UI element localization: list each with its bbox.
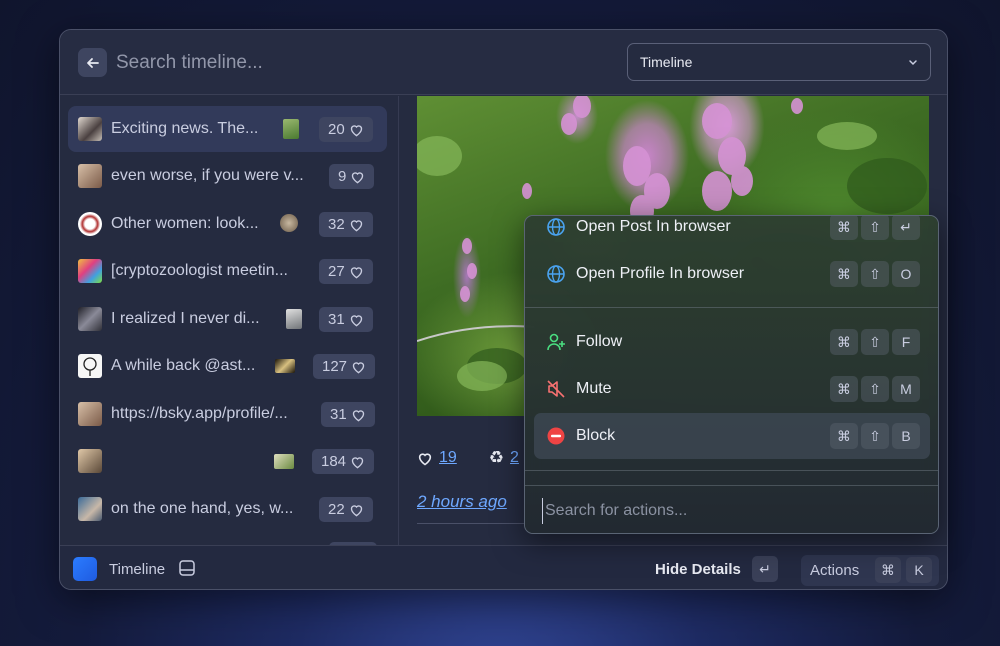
like-count: 9	[329, 164, 375, 189]
post-preview: A while back @ast...	[111, 357, 256, 374]
post-thumbnail	[286, 309, 302, 329]
chevron-down-icon	[909, 60, 917, 66]
post-preview: I realized I never di...	[111, 310, 260, 327]
action-search-input[interactable]	[542, 498, 922, 524]
heart-icon	[350, 314, 362, 326]
globe-icon	[547, 218, 565, 236]
post-preview: even worse, if you were v...	[111, 167, 304, 184]
header: Timeline	[60, 30, 947, 95]
menu-item-block[interactable]: Block ⌘ ⇧ B	[534, 413, 930, 459]
heart-icon	[352, 409, 364, 421]
menu-separator	[525, 485, 938, 486]
back-button[interactable]	[78, 48, 107, 77]
heart-icon	[352, 361, 365, 373]
heart-icon	[350, 504, 362, 516]
post-thumbnail	[280, 214, 298, 232]
cmd-key: ⌘	[875, 557, 901, 583]
avatar	[78, 259, 102, 283]
list-item[interactable]: https://bsky.app/profile/... 31	[68, 391, 387, 437]
like-count: 27	[319, 259, 373, 284]
avatar	[78, 212, 102, 236]
repost-icon: ♻	[488, 448, 505, 467]
avatar	[78, 449, 102, 473]
heart-icon	[350, 124, 362, 136]
post-preview: Exciting news. The...	[111, 120, 259, 137]
post-thumbnail	[274, 454, 294, 469]
avatar	[78, 307, 102, 331]
block-icon	[547, 427, 565, 445]
timeline-dropdown[interactable]: Timeline	[627, 43, 931, 81]
list-item[interactable]: 184	[68, 438, 387, 484]
avatar	[78, 497, 102, 521]
footer: Timeline Hide Details ↵ Actions ⌘ K	[60, 545, 947, 589]
return-key: ↵	[752, 556, 778, 582]
post-preview: on the one hand, yes, w...	[111, 500, 294, 517]
actions-menu: Open Post In browser ⌘ ⇧ ↵ Open Profile …	[524, 215, 939, 534]
heart-icon	[351, 456, 364, 468]
like-count: 127	[313, 354, 376, 379]
dropdown-value: Timeline	[640, 54, 693, 70]
post-preview: https://bsky.app/profile/...	[111, 405, 288, 422]
mute-icon	[547, 380, 565, 398]
like-count: 20	[319, 117, 373, 142]
heart-icon	[350, 266, 362, 278]
timestamp-link[interactable]: 2 hours ago	[417, 492, 507, 512]
like-count: 31	[319, 307, 373, 332]
list-item[interactable]: on the one hand, yes, w... 22	[68, 486, 387, 532]
likes-link[interactable]: 19	[439, 449, 457, 467]
footer-title: Timeline	[109, 561, 166, 578]
like-count: 184	[312, 449, 375, 474]
avatar	[78, 117, 102, 141]
layout-icon[interactable]	[178, 559, 196, 577]
avatar	[78, 164, 102, 188]
list-item[interactable]: [cryptozoologist meetin... 27	[68, 248, 387, 294]
list-item[interactable]: Exciting news. The... 20	[68, 106, 387, 152]
like-count: 31	[321, 402, 375, 427]
search-input[interactable]	[116, 48, 596, 78]
reposts-link[interactable]: 2	[510, 449, 519, 467]
like-count: 32	[319, 212, 373, 237]
heart-icon	[352, 171, 364, 183]
list-item[interactable]: I realized I never di... 31	[68, 296, 387, 342]
heart-icon	[350, 219, 362, 231]
list-item[interactable]: Other women: look... 32	[68, 201, 387, 247]
post-preview: Other women: look...	[111, 215, 259, 232]
heart-icon	[418, 452, 432, 465]
k-key: K	[906, 557, 932, 583]
timeline-list: Exciting news. The... 20 even worse, if …	[60, 96, 398, 546]
list-item[interactable]: even worse, if you were v... 9	[68, 153, 387, 199]
app-icon	[73, 557, 97, 581]
like-count: 22	[319, 497, 373, 522]
menu-separator	[525, 307, 938, 308]
list-item[interactable]: A while back @ast... 127	[68, 343, 387, 389]
menu-separator	[525, 470, 938, 471]
avatar	[78, 354, 102, 378]
globe-icon	[547, 265, 565, 283]
user-plus-icon	[547, 333, 565, 351]
menu-item-open-profile[interactable]: Open Profile In browser ⌘ ⇧ O	[534, 251, 930, 297]
post-preview: [cryptozoologist meetin...	[111, 262, 288, 279]
menu-item-follow[interactable]: Follow ⌘ ⇧ F	[534, 319, 930, 365]
menu-item-mute[interactable]: Mute ⌘ ⇧ M	[534, 366, 930, 412]
avatar	[78, 402, 102, 426]
post-thumbnail	[283, 119, 299, 139]
hide-details-button[interactable]: Hide Details	[655, 561, 741, 578]
post-stats: 19 ♻ 2	[417, 448, 519, 468]
actions-button[interactable]: Actions ⌘ K	[801, 555, 939, 586]
post-thumbnail	[275, 359, 295, 373]
menu-item-open-post[interactable]: Open Post In browser ⌘ ⇧ ↵	[534, 216, 930, 250]
actions-label: Actions	[810, 562, 860, 579]
arrow-left-icon	[86, 57, 99, 68]
